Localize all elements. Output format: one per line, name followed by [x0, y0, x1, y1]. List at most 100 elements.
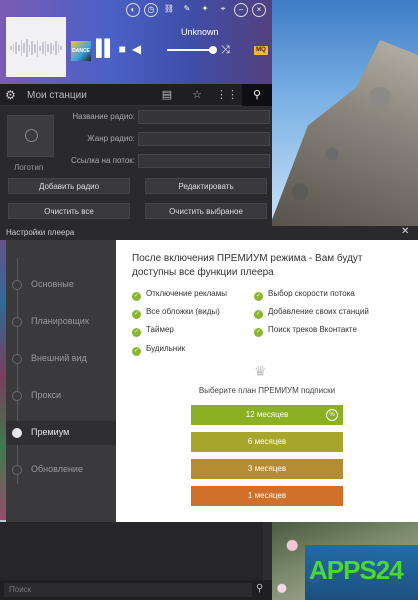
feature-label: Таймер [146, 325, 174, 334]
close-icon[interactable]: ✕ [401, 226, 409, 237]
check-icon: ✓ [254, 310, 263, 319]
check-icon: ✓ [132, 347, 141, 356]
close-icon[interactable]: × [252, 3, 266, 17]
stream-url-row: Ссылка на поток: [60, 154, 270, 168]
watermark-logo: APPS24 [305, 545, 418, 600]
station-thumbnail[interactable]: DANCE [71, 41, 91, 61]
feature-label: Отключение рекламы [146, 289, 227, 298]
feature-label: Добавление своих станций [268, 307, 369, 316]
feature-label: Поиск треков Вконтакте [268, 325, 357, 334]
magnifier-icon [25, 129, 38, 142]
plan-label: 3 месяцев [247, 464, 287, 473]
minimize-icon[interactable]: – [234, 3, 248, 17]
clear-selected-button[interactable]: Очистить выбраное [145, 203, 267, 219]
player-window: DANCE ◐ ◷ ⛓ ✎ ✦ ⌖ – × Unknown ▌▌ ■ ◀ ⤨ M… [0, 0, 272, 226]
feature-label: Выбор скорости потока [268, 289, 355, 298]
check-icon: ✓ [254, 328, 263, 337]
radio-icon[interactable]: ▤ [152, 84, 182, 106]
sidebar-item-premium[interactable]: Премиум [6, 421, 116, 445]
waveform-bar [47, 44, 49, 52]
search-input[interactable] [4, 583, 252, 597]
volume-slider[interactable] [167, 46, 217, 54]
premium-panel: После включения ПРЕМИУМ режима - Вам буд… [116, 240, 418, 522]
waveform-bar [33, 43, 36, 53]
edit-button[interactable]: Редактировать [145, 178, 267, 194]
feature-item: ✓ Выбор скорости потока [254, 289, 355, 301]
search-icon[interactable]: ⚲ [242, 84, 272, 106]
feature-item: ✓ Добавление своих станций [254, 307, 369, 319]
station-name-input[interactable] [138, 110, 270, 124]
check-icon: ✓ [132, 292, 141, 301]
crown-icon: ♛ [254, 363, 267, 379]
stream-url-label: Ссылка на поток: [71, 156, 135, 165]
sidebar-item-main[interactable]: Основные [6, 273, 116, 297]
check-icon: ✓ [254, 292, 263, 301]
waveform-bar [52, 45, 55, 51]
feature-item: ✓ Поиск треков Вконтакте [254, 325, 357, 337]
toolbar-icons: ▤ ☆ ⋮⋮ ⚲ [152, 84, 272, 106]
plan-label: 6 месяцев [247, 437, 287, 446]
plan-label: 12 месяцев [245, 410, 289, 419]
plan-12-months-button[interactable]: 12 месяцев % [191, 405, 343, 425]
volume-knob[interactable] [208, 46, 217, 54]
pin-icon[interactable]: ⌖ [216, 3, 230, 17]
settings-sidebar: Основные Планировщик Внешний вид Прокси … [6, 240, 116, 522]
stop-button[interactable]: ■ [119, 42, 126, 56]
radio-dot-icon [12, 391, 22, 401]
radio-dot-icon [12, 428, 22, 438]
check-icon: ✓ [132, 310, 141, 319]
station-genre-input[interactable] [138, 132, 270, 146]
waveform-bar [60, 46, 63, 50]
settings-titlebar: Настройки плеера ✕ [0, 226, 418, 240]
sidebar-item-label: Внешний вид [31, 353, 87, 363]
clock-icon[interactable]: ◷ [144, 3, 158, 17]
waveform-bar [36, 39, 39, 57]
plan-1-month-button[interactable]: 1 месяцев [191, 486, 343, 506]
check-icon: ✓ [132, 328, 141, 337]
settings-title: Настройки плеера [6, 228, 75, 237]
shuffle-icon[interactable]: ⤨ [221, 44, 230, 57]
palette-icon[interactable]: ◐ [126, 3, 140, 17]
link-icon[interactable]: ⛓ [162, 3, 176, 17]
waveform-bar [20, 40, 23, 56]
waveform-bar [12, 44, 15, 52]
pencil-icon[interactable]: ✎ [180, 3, 194, 17]
volume-icon[interactable]: ◀ [132, 42, 141, 56]
feature-label: Все обложки (виды) [146, 307, 220, 316]
star-icon[interactable]: ☆ [182, 84, 212, 106]
sidebar-item-update[interactable]: Обновление [6, 458, 116, 482]
add-radio-button[interactable]: Добавить радио [8, 178, 130, 194]
stream-url-input[interactable] [138, 154, 270, 168]
gear-icon[interactable]: ⚙ [5, 88, 16, 102]
plan-caption: Выберите план ПРЕМИУМ подписки [198, 386, 336, 395]
plan-6-months-button[interactable]: 6 месяцев [191, 432, 343, 452]
wrench-icon[interactable]: ✦ [198, 3, 212, 17]
track-title: Unknown [181, 27, 219, 37]
station-name-label: Название радио: [72, 112, 135, 121]
search-icon[interactable]: ⚲ [256, 583, 263, 594]
search-placeholder: Поиск [9, 585, 32, 594]
watermark-text: APPS24 [309, 555, 404, 585]
list-scrollbar[interactable] [263, 522, 272, 582]
station-genre-label: Жанр радио: [87, 134, 135, 143]
radio-dot-icon [12, 465, 22, 475]
radio-dot-icon [12, 317, 22, 327]
equalizer-icon[interactable]: ⋮⋮ [212, 84, 242, 106]
premium-headline: После включения ПРЕМИУМ режима - Вам буд… [132, 253, 363, 278]
quality-badge[interactable]: MQ [254, 46, 268, 55]
waveform-bar [39, 45, 41, 51]
waveform-bar [57, 43, 60, 53]
feature-item: ✓ Таймер [132, 325, 174, 337]
sidebar-item-proxy[interactable]: Прокси [6, 384, 116, 408]
sidebar-item-scheduler[interactable]: Планировщик [6, 310, 116, 334]
logo-upload[interactable] [7, 115, 54, 157]
title-icons: ◐ ◷ ⛓ ✎ ✦ ⌖ – × [126, 3, 266, 17]
pause-button[interactable]: ▌▌ [96, 41, 116, 57]
album-cover [6, 17, 66, 77]
plan-3-months-button[interactable]: 3 месяцев [191, 459, 343, 479]
station-list [0, 522, 272, 582]
clear-all-button[interactable]: Очистить все [8, 203, 130, 219]
feature-label: Будильник [146, 344, 186, 353]
sidebar-item-appearance[interactable]: Внешний вид [6, 347, 116, 371]
sidebar-item-label: Планировщик [31, 316, 89, 326]
